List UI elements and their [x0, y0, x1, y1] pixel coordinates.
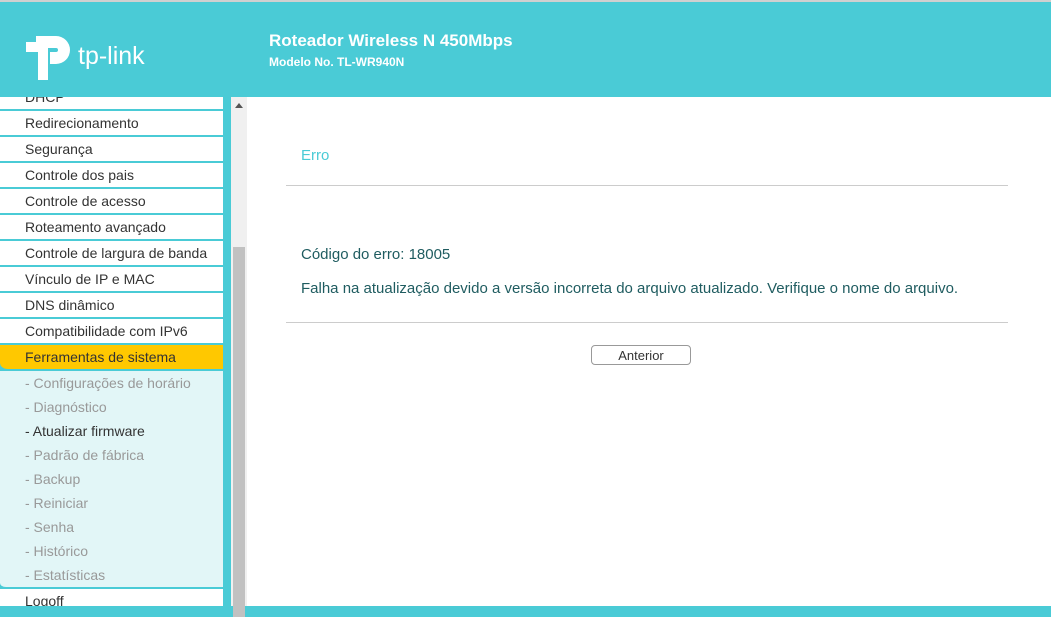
- submenu-statistics[interactable]: - Estatísticas: [0, 563, 223, 587]
- main-content: Erro Código do erro: 18005 Falha na atua…: [247, 97, 1051, 606]
- header: tp-link Roteador Wireless N 450Mbps Mode…: [0, 0, 1051, 97]
- system-tools-submenu: - Configurações de horário - Diagnóstico…: [0, 371, 223, 589]
- tp-link-logo: tp-link: [26, 30, 166, 82]
- page-title: Erro: [301, 147, 330, 164]
- submenu-time-settings[interactable]: - Configurações de horário: [0, 371, 223, 395]
- menu-item-ip-mac-binding[interactable]: Vínculo de IP e MAC: [0, 267, 223, 293]
- sidebar-menu: DHCP Redirecionamento Segurança Controle…: [0, 97, 223, 606]
- submenu-factory-defaults[interactable]: - Padrão de fábrica: [0, 443, 223, 467]
- menu-item-ipv6[interactable]: Compatibilidade com IPv6: [0, 319, 223, 345]
- submenu-firmware-upgrade[interactable]: - Atualizar firmware: [0, 419, 223, 443]
- error-code: Código do erro: 18005: [301, 246, 451, 263]
- menu-item-ddns[interactable]: DNS dinâmico: [0, 293, 223, 319]
- menu-item-advanced-routing[interactable]: Roteamento avançado: [0, 215, 223, 241]
- back-button[interactable]: Anterior: [591, 345, 691, 365]
- menu-item-security[interactable]: Segurança: [0, 137, 223, 163]
- menu-item-forwarding[interactable]: Redirecionamento: [0, 111, 223, 137]
- model-number: Modelo No. TL-WR940N: [269, 55, 405, 69]
- menu-item-system-tools[interactable]: Ferramentas de sistema: [0, 345, 223, 371]
- menu-item-parental-control[interactable]: Controle dos pais: [0, 163, 223, 189]
- sidebar-scrollbar[interactable]: [231, 97, 247, 617]
- scroll-up-arrow-icon[interactable]: [235, 103, 243, 108]
- menu-item-bandwidth-control[interactable]: Controle de largura de banda: [0, 241, 223, 267]
- product-title: Roteador Wireless N 450Mbps: [269, 31, 513, 50]
- menu-item-logoff[interactable]: Logoff: [0, 589, 223, 606]
- submenu-system-log[interactable]: - Histórico: [0, 539, 223, 563]
- submenu-password[interactable]: - Senha: [0, 515, 223, 539]
- logo-text: tp-link: [78, 42, 145, 70]
- menu-item-dhcp[interactable]: DHCP: [0, 97, 223, 111]
- tp-link-logo-icon: [26, 36, 70, 80]
- divider: [286, 322, 1008, 323]
- menu-item-access-control[interactable]: Controle de acesso: [0, 189, 223, 215]
- scrollbar-thumb[interactable]: [233, 247, 245, 617]
- divider: [286, 185, 1008, 186]
- submenu-diagnostic[interactable]: - Diagnóstico: [0, 395, 223, 419]
- error-message: Falha na atualização devido a versão inc…: [301, 280, 959, 297]
- submenu-backup[interactable]: - Backup: [0, 467, 223, 491]
- submenu-reboot[interactable]: - Reiniciar: [0, 491, 223, 515]
